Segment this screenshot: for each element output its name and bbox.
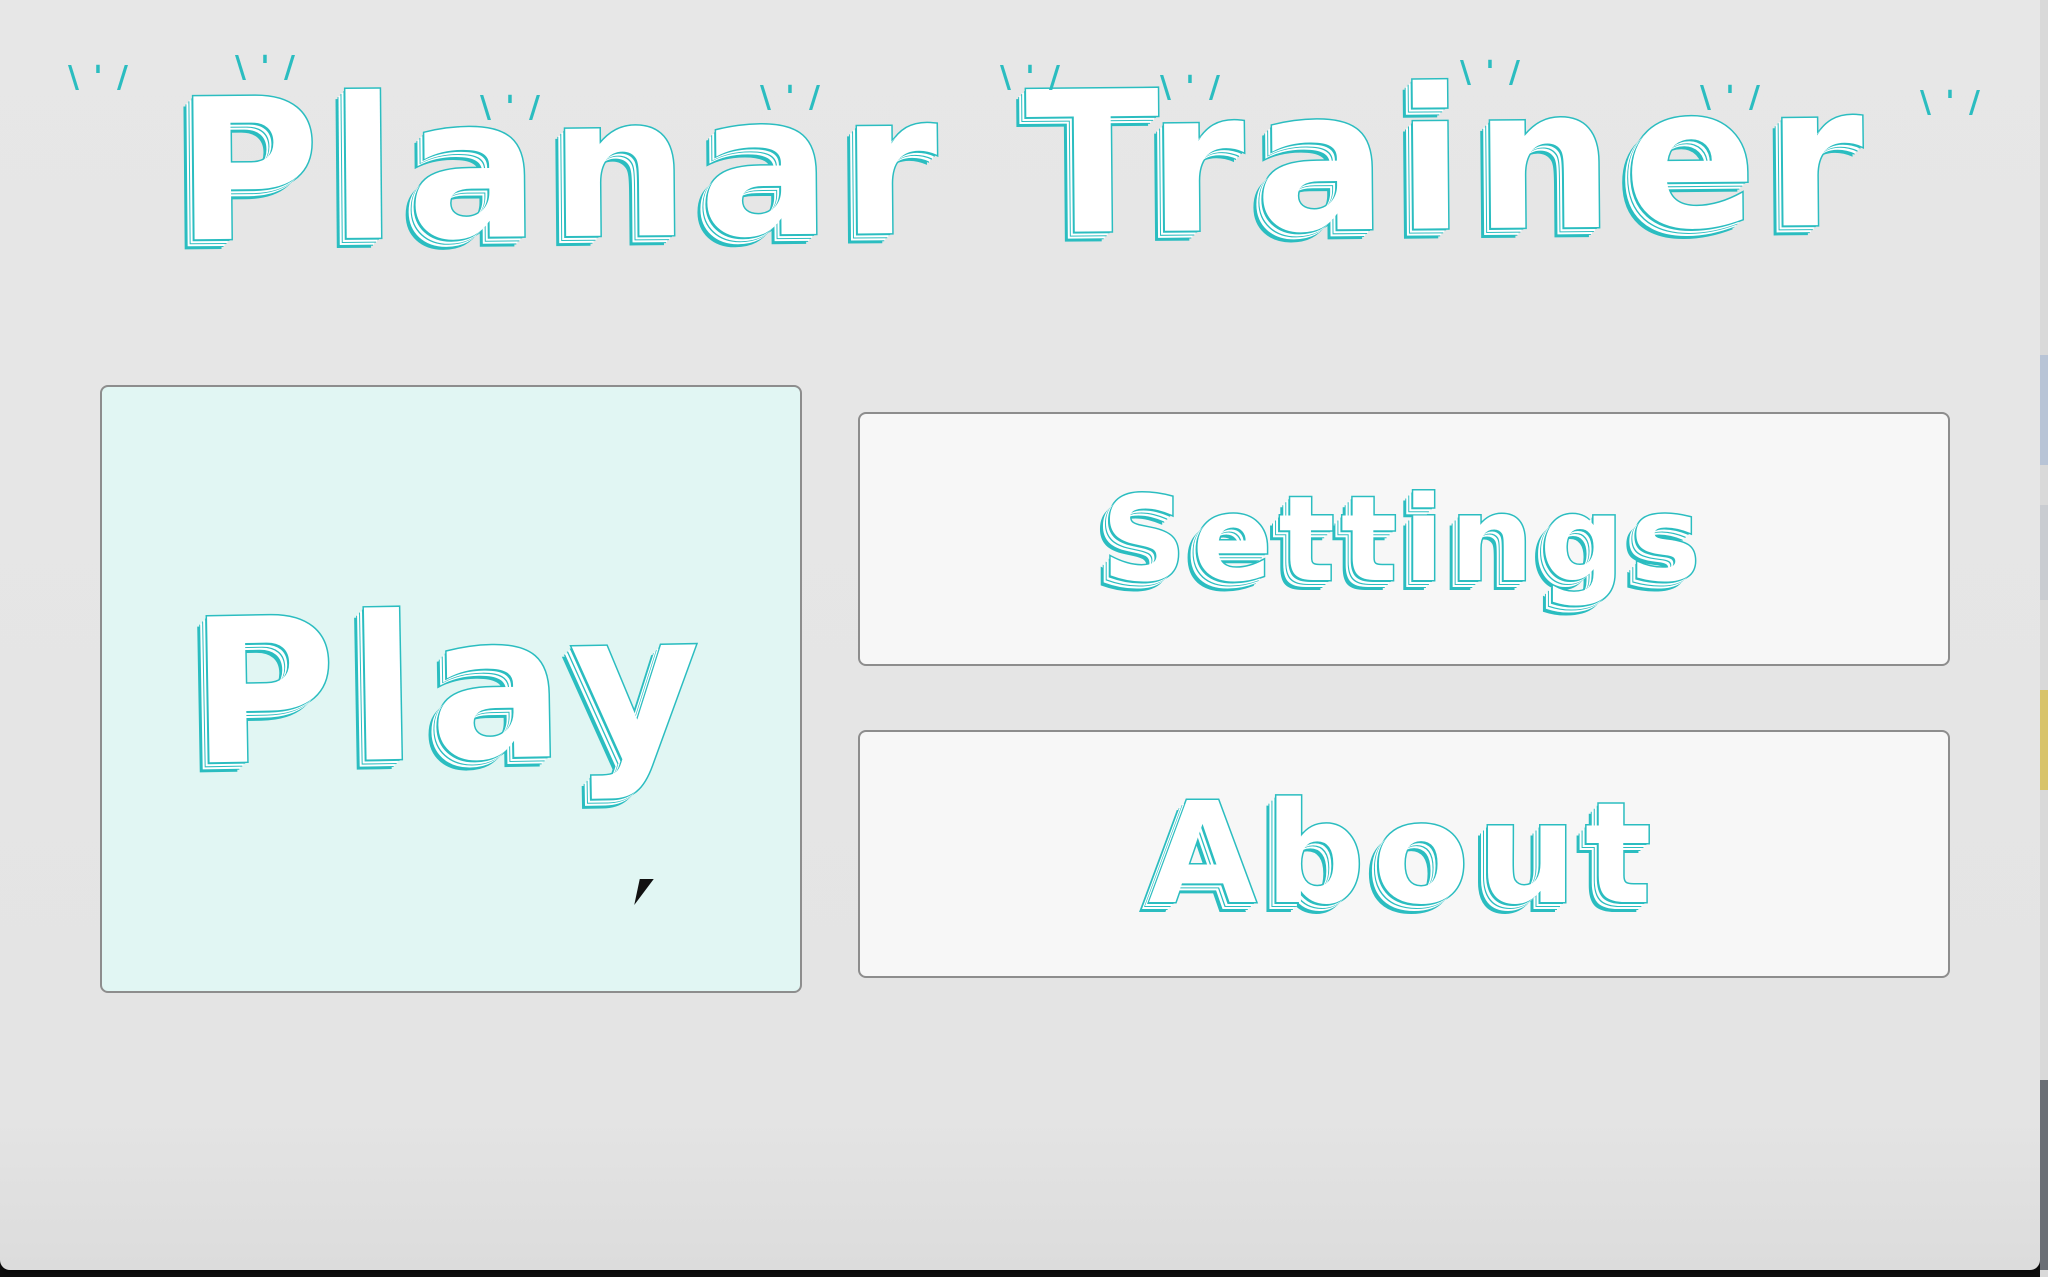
sparkle-icon: \ ' /: [68, 60, 130, 95]
sparkle-icon: \ ' /: [1000, 60, 1062, 95]
screen: Planar Trainer \ ' / \ ' / \ ' / \ ' / \…: [0, 0, 2048, 1277]
app-window: Planar Trainer \ ' / \ ' / \ ' / \ ' / \…: [0, 0, 2040, 1270]
sparkle-icon: \ ' /: [1700, 80, 1762, 115]
title-banner: Planar Trainer \ ' / \ ' / \ ' / \ ' / \…: [60, 42, 1990, 288]
settings-button[interactable]: Settings: [858, 412, 1950, 666]
sparkle-icon: \ ' /: [1460, 55, 1522, 90]
sparkle-icon: \ ' /: [760, 80, 822, 115]
settings-label: Settings: [1100, 469, 1707, 610]
sparkle-icon: \ ' /: [480, 90, 542, 125]
play-button[interactable]: Play: [100, 385, 802, 993]
background-window-fragment: [2040, 355, 2048, 465]
background-window-fragment: [2040, 1080, 2048, 1270]
about-label: About: [1147, 771, 1660, 937]
background-window-fragment: [2040, 505, 2048, 600]
sparkle-icon: \ ' /: [235, 50, 297, 85]
sparkle-icon: \ ' /: [1920, 85, 1982, 120]
play-label: Play: [186, 566, 715, 811]
background-window-fragment: [2040, 690, 2048, 790]
about-button[interactable]: About: [858, 730, 1950, 978]
sparkle-icon: \ ' /: [1160, 70, 1222, 105]
background-window-edge: [2040, 0, 2048, 1277]
